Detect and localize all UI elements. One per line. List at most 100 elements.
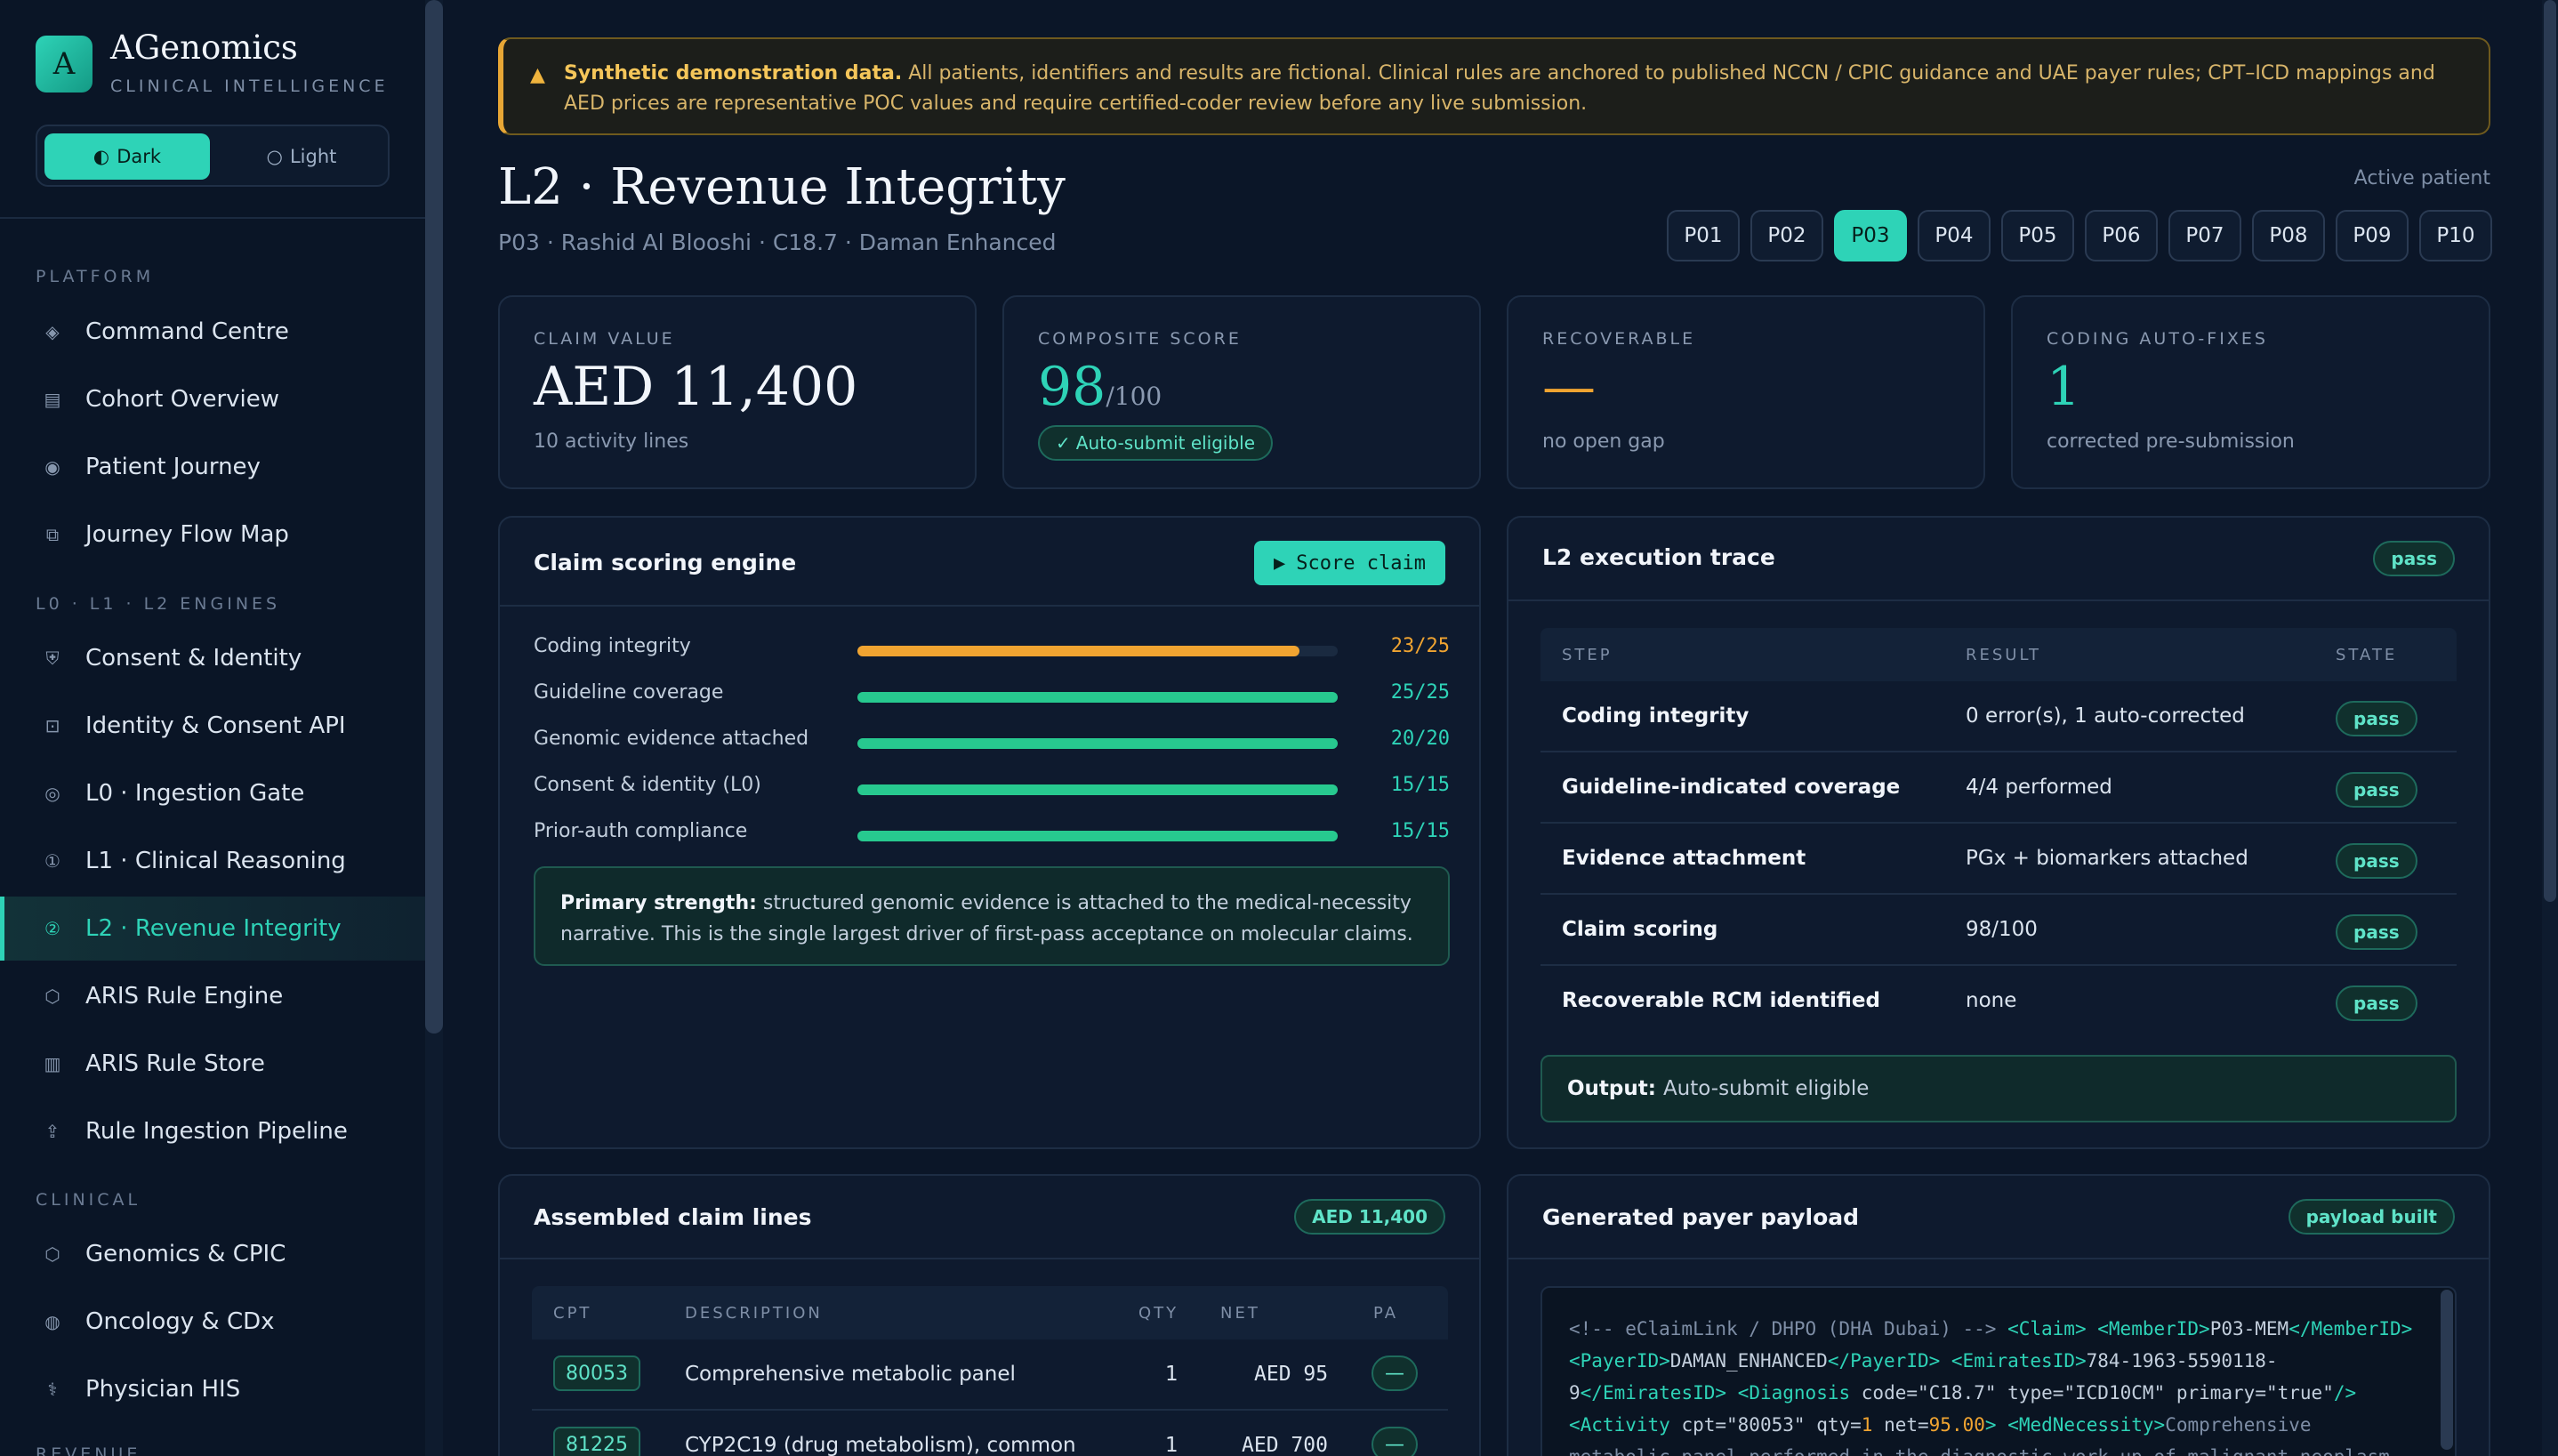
nav-item-l2-revenue-integrity[interactable]: ② L2 · Revenue Integrity [0,897,425,961]
payload-status-pill: payload built [2288,1199,2455,1235]
score-track [857,738,1338,749]
card-title: Assembled claim lines [534,1204,812,1230]
patient-chip-p05[interactable]: P05 [2001,210,2074,261]
nav-label: Oncology & CDx [85,1308,275,1335]
code-attr: primary="true" [2176,1382,2334,1404]
circle-icon: ○ [266,146,283,167]
section-label-platform: PLATFORM [36,267,155,286]
patient-chip-p04[interactable]: P04 [1918,210,1991,261]
code-tag: <EmiratesID> [1951,1350,2087,1372]
nav-item-aris-rule-engine[interactable]: ⬡ ARIS Rule Engine [0,964,425,1028]
trace-step: Coding integrity [1562,704,1750,728]
grid-icon: ▤ [44,389,61,410]
nav-item-cohort-overview[interactable]: ▤ Cohort Overview [0,367,425,431]
patient-chip-p02[interactable]: P02 [1750,210,1823,261]
caduceus-icon: ⚕ [47,1379,58,1400]
claim-scoring-card: Claim scoring engine ▶ Score claim Coding… [498,516,1481,1149]
score-track [857,831,1338,841]
patient-chip-p07[interactable]: P07 [2168,210,2241,261]
banner-bold: Synthetic demonstration data. [564,62,903,84]
nav-item-genomics-cpic[interactable]: ⬡ Genomics & CPIC [0,1222,425,1286]
cell-icon: ◍ [44,1311,60,1332]
patient-chip-p06[interactable]: P06 [2085,210,2158,261]
table-header: STEP RESULT STATE [1540,628,2457,681]
nav-item-patient-journey[interactable]: ◉ Patient Journey [0,435,425,499]
nav-item-journey-flow-map[interactable]: ⧉ Journey Flow Map [0,503,425,567]
kpi-sub: 10 activity lines [534,430,689,453]
theme-dark-label: Dark [117,146,162,167]
sidebar-divider [0,217,425,219]
code-tag: <PayerID> [1569,1350,1670,1372]
kpi-value: AED 11,400 [534,356,858,418]
score-track [857,784,1338,795]
th-result: RESULT [1966,646,2042,664]
nav-item-l0-ingestion-gate[interactable]: ◎ L0 · Ingestion Gate [0,761,425,825]
patient-chip-p08[interactable]: P08 [2252,210,2325,261]
card-title: Claim scoring engine [534,550,797,575]
active-patient-label: Active patient [2353,167,2490,189]
code-scrollbar[interactable] [2441,1290,2453,1450]
score-claim-button[interactable]: ▶ Score claim [1254,541,1445,585]
th-net: NET [1220,1304,1260,1323]
composite-score-value: 98 [1038,356,1106,418]
score-value: 15/15 [1390,820,1450,842]
line-description: Comprehensive metabolic panel [685,1363,1016,1386]
patient-chip-p03[interactable]: P03 [1834,210,1907,261]
nav-item-physician-his[interactable]: ⚕ Physician HIS [0,1357,425,1421]
nav-item-consent-identity[interactable]: ⛨ Consent & Identity [0,626,425,690]
score-row: Guideline coverage 25/25 [534,681,1450,708]
auto-submit-badge: ✓ Auto-submit eligible [1038,425,1274,461]
trace-result: PGx + biomarkers attached [1966,847,2248,870]
layers-icon: ⧉ [45,524,60,545]
kpi-value: 1 [2047,356,2081,418]
table-row: Claim scoring 98/100 pass [1540,895,2457,966]
nav-label: Identity & Consent API [85,712,346,739]
nav-item-command-centre[interactable]: ◈ Command Centre [0,300,425,364]
theme-dark-button[interactable]: ◐ Dark [44,133,210,180]
output-value: Auto-submit eligible [1662,1077,1870,1100]
score-label: Guideline coverage [534,681,724,704]
nav-item-identity-consent-api[interactable]: ⊡ Identity & Consent API [0,694,425,758]
nav-item-oncology-cdx[interactable]: ◍ Oncology & CDx [0,1290,425,1354]
section-label-revenue: REVENUE [36,1444,141,1456]
code-tag: <MemberID> [2097,1318,2210,1339]
nav-label: Consent & Identity [85,645,302,672]
table-row: Recoverable RCM identified none pass [1540,966,2457,1037]
table-row: 80053 Comprehensive metabolic panel 1 AE… [532,1339,1448,1411]
payer-payload-card: Generated payer payload payload built <!… [1507,1174,2490,1456]
line-description: CYP2C19 (drug metabolism), common [685,1434,1076,1456]
code-tag: <Diagnosis [1737,1382,1851,1404]
state-pill: pass [2336,985,2417,1021]
nav-item-aris-rule-store[interactable]: ▥ ARIS Rule Store [0,1032,425,1096]
dna-icon: ⬡ [44,1243,60,1265]
score-row: Genomic evidence attached 20/20 [534,728,1450,754]
state-pill: pass [2336,701,2417,736]
theme-light-button[interactable]: ○ Light [219,133,384,180]
line-net: AED 700 [1242,1434,1328,1456]
patient-chip-p10[interactable]: P10 [2419,210,2492,261]
trace-result: 98/100 [1966,918,2038,941]
table-row: Guideline-indicated coverage 4/4 perform… [1540,752,2457,824]
code-text: metabolic panel performed in the diagnos… [1569,1446,2390,1456]
database-icon: ▥ [44,1053,61,1074]
kpi-label: CODING AUTO-FIXES [2047,329,2268,349]
patient-chip-p09[interactable]: P09 [2336,210,2409,261]
nav-item-rule-ingestion-pipeline[interactable]: ⇪ Rule Ingestion Pipeline [0,1099,425,1163]
patient-chip-p01[interactable]: P01 [1667,210,1740,261]
code-attr: cpt="80053" [1681,1414,1806,1436]
card-title: L2 execution trace [1542,544,1775,570]
trace-step: Guideline-indicated coverage [1562,776,1901,799]
th-cpt: CPT [553,1304,592,1323]
nav-item-l1-clinical-reasoning[interactable]: ① L1 · Clinical Reasoning [0,829,425,893]
kpi-label: CLAIM VALUE [534,329,675,349]
claim-lines-card: Assembled claim lines AED 11,400 CPT DES… [498,1174,1481,1456]
cpt-code: 80053 [553,1355,640,1391]
th-pa: PA [1373,1304,1399,1323]
score-label: Consent & identity (L0) [534,774,761,796]
payload-code-block[interactable]: <!-- eClaimLink / DHPO (DHA Dubai) --> <… [1540,1286,2457,1456]
sidebar-scrollbar-thumb[interactable] [425,0,443,1034]
main-scrollbar-thumb[interactable] [2544,0,2556,902]
nav-label: Physician HIS [85,1376,241,1403]
score-track [857,646,1338,656]
nav-label: Cohort Overview [85,386,280,413]
